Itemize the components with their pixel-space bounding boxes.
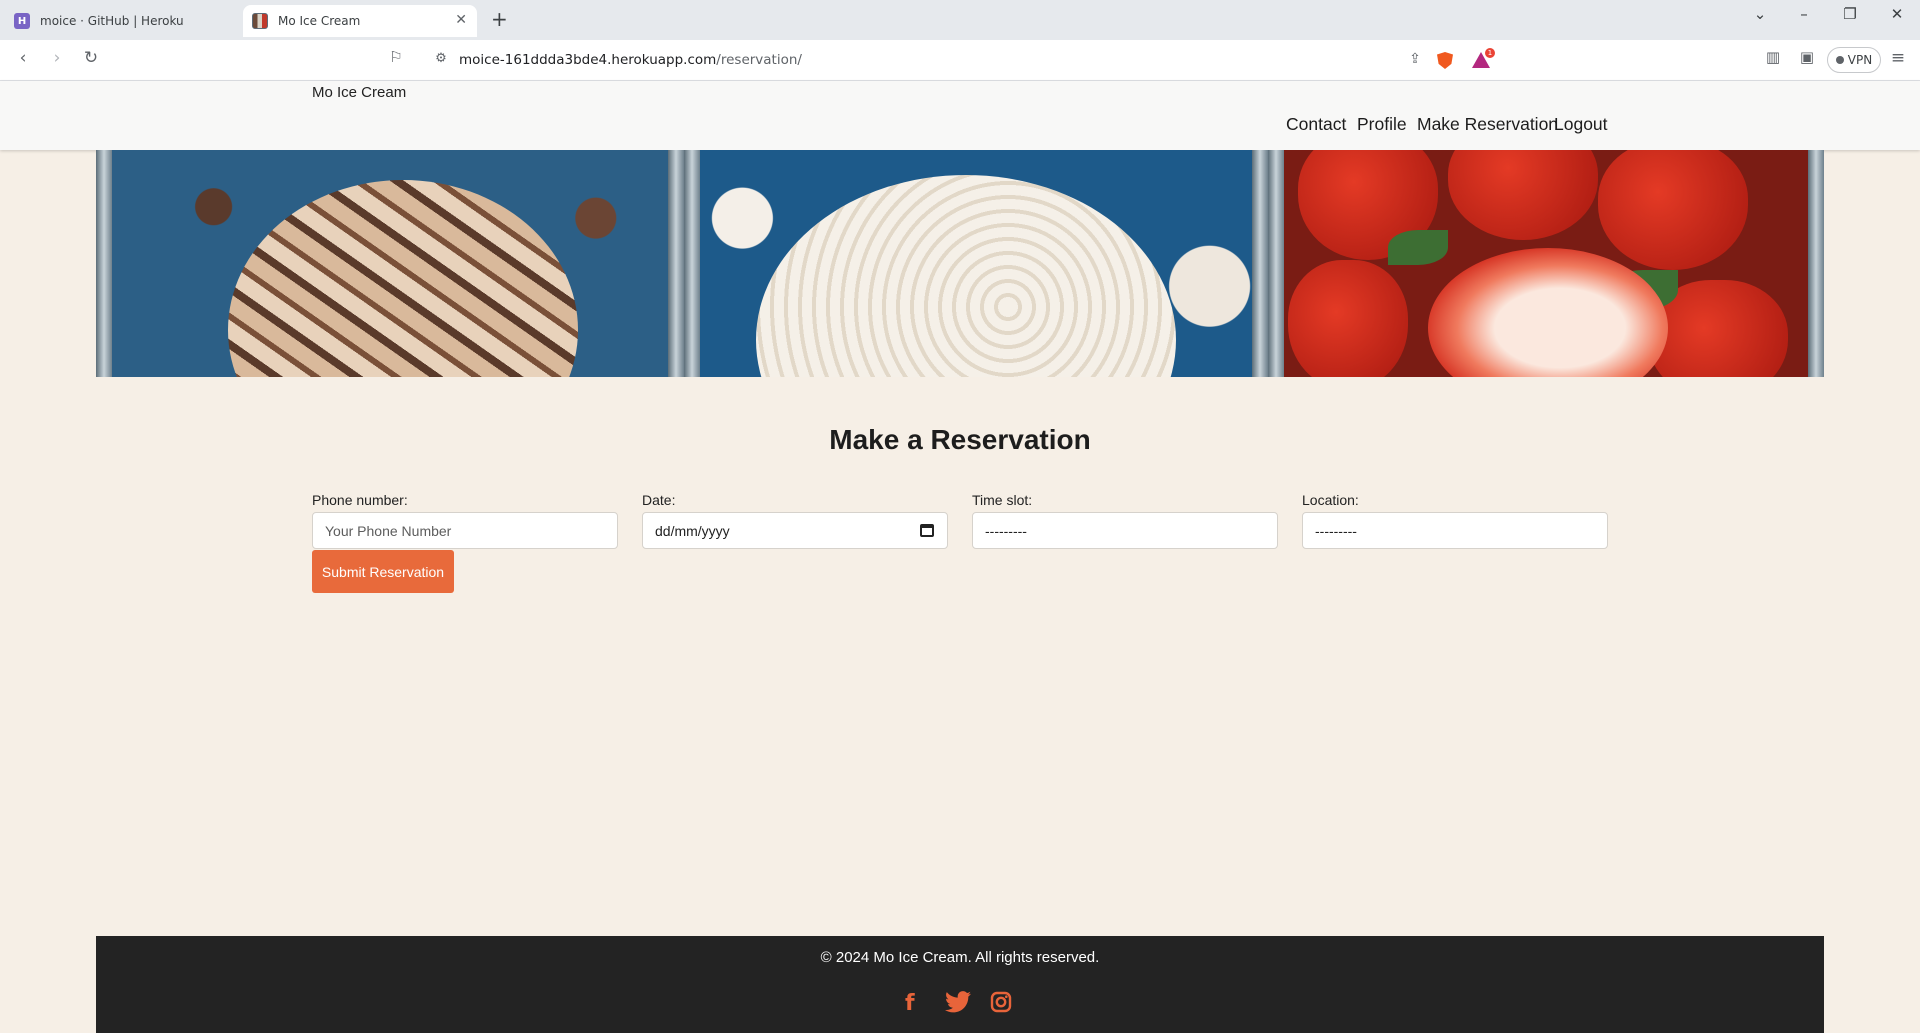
date-value: dd/mm/yyyy <box>655 522 730 539</box>
phone-label: Phone number: <box>312 492 408 508</box>
nav-profile[interactable]: Profile <box>1357 114 1407 135</box>
close-window-icon[interactable]: ✕ <box>1885 5 1909 23</box>
tab-heroku[interactable]: H moice · GitHub | Heroku <box>6 5 238 37</box>
vpn-button[interactable]: VPN <box>1827 47 1881 73</box>
menu-icon[interactable]: ≡ <box>1887 48 1909 68</box>
vpn-status-icon <box>1835 56 1844 64</box>
facebook-icon[interactable]: f <box>905 991 915 1016</box>
minimize-icon[interactable]: – <box>1792 5 1816 23</box>
bookmark-icon[interactable]: ⚐ <box>385 48 407 66</box>
submit-reservation-button[interactable]: Submit Reservation <box>312 550 454 593</box>
location-label: Location: <box>1302 492 1359 508</box>
brand-link[interactable]: Mo Ice Cream <box>312 84 406 101</box>
rewards-badge: 1 <box>1485 48 1495 58</box>
location-select[interactable]: --------- <box>1302 512 1608 549</box>
chocolate-ice-cream-image <box>96 150 684 377</box>
date-label: Date: <box>642 492 676 508</box>
calendar-icon[interactable] <box>920 524 934 537</box>
phone-placeholder: Your Phone Number <box>325 522 452 539</box>
nav-logout[interactable]: Logout <box>1554 114 1608 135</box>
tab-search-icon[interactable]: ⌄ <box>1748 5 1772 23</box>
hero-banner <box>96 150 1824 377</box>
vpn-label: VPN <box>1847 53 1873 67</box>
vanilla-ice-cream-image <box>684 150 1268 377</box>
copyright-text: © 2024 Mo Ice Cream. All rights reserved… <box>820 949 1100 966</box>
close-tab-icon[interactable]: ✕ <box>455 12 467 28</box>
reload-icon[interactable]: ↻ <box>80 48 102 68</box>
share-icon[interactable]: ⇪ <box>1404 51 1426 67</box>
browser-toolbar: ‹ › ↻ ⚐ ⚙ moice-161ddda3bde4.herokuapp.c… <box>0 40 1920 81</box>
site-footer: © 2024 Mo Ice Cream. All rights reserved… <box>96 936 1824 1033</box>
date-input[interactable]: dd/mm/yyyy <box>642 512 948 549</box>
site-info-icon[interactable]: ⚙ <box>430 51 452 66</box>
restore-icon[interactable]: ❐ <box>1838 5 1862 23</box>
strawberry-ice-cream-image <box>1268 150 1824 377</box>
nav-contact[interactable]: Contact <box>1286 114 1346 135</box>
sidebar-icon[interactable]: ▥ <box>1762 48 1784 66</box>
tab-mo-ice-cream[interactable]: Mo Ice Cream ✕ <box>243 5 477 37</box>
tab-title: Mo Ice Cream <box>278 14 361 28</box>
time-slot-value: --------- <box>985 522 1027 539</box>
location-value: --------- <box>1315 522 1357 539</box>
site-header: Mo Ice Cream Contact Profile Make Reserv… <box>0 81 1920 150</box>
address-bar[interactable]: ⚙ moice-161ddda3bde4.herokuapp.com/reser… <box>420 45 1500 75</box>
brave-shields-icon[interactable] <box>1437 52 1453 69</box>
twitter-icon[interactable] <box>945 991 971 1019</box>
forward-icon[interactable]: › <box>46 48 68 68</box>
new-tab-icon[interactable]: + <box>491 7 508 31</box>
time-slot-label: Time slot: <box>972 492 1033 508</box>
phone-input[interactable]: Your Phone Number <box>312 512 618 549</box>
site-favicon-icon <box>252 13 268 29</box>
nav-make-reservation[interactable]: Make Reservation <box>1417 114 1558 135</box>
instagram-icon[interactable] <box>990 991 1012 1019</box>
url-text: moice-161ddda3bde4.herokuapp.com/reserva… <box>459 52 802 68</box>
heroku-favicon-icon: H <box>14 13 30 29</box>
back-icon[interactable]: ‹ <box>12 48 34 68</box>
time-slot-select[interactable]: --------- <box>972 512 1278 549</box>
wallet-icon[interactable]: ▣ <box>1796 48 1818 66</box>
tab-title: moice · GitHub | Heroku <box>40 14 184 28</box>
browser-tab-bar: H moice · GitHub | Heroku Mo Ice Cream ✕… <box>0 0 1920 40</box>
page-title: Make a Reservation <box>829 424 1091 455</box>
